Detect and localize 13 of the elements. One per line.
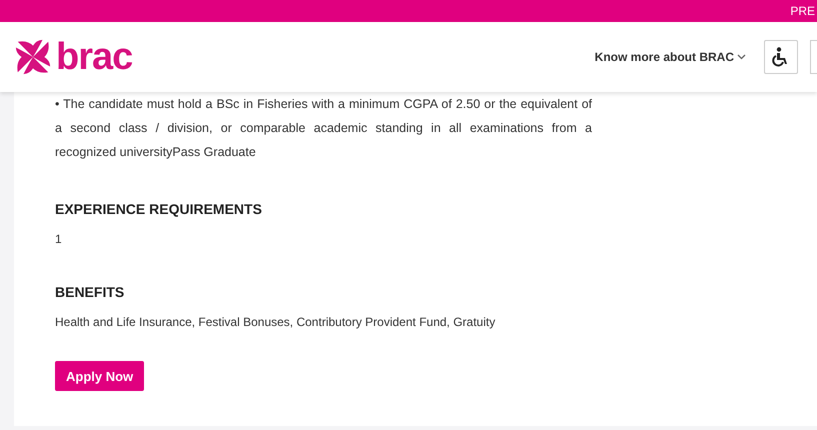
section-text: 1 <box>55 231 63 247</box>
top-bar-text: PRE <box>790 4 815 18</box>
accessibility-button[interactable] <box>764 40 798 74</box>
nav-link[interactable]: Know more about BRAC <box>594 50 746 64</box>
section-text: Health and Life Insurance, Festival Bonuses, Contributory Provident Fund, Gratuity <box>55 314 496 330</box>
wheelchair-icon <box>772 47 790 67</box>
logo-text[interactable]: brac <box>56 38 132 76</box>
apply-now-button[interactable]: Apply Now <box>55 361 144 391</box>
section-heading: BENEFITS <box>55 283 126 302</box>
chevron-down-icon <box>737 54 746 60</box>
requirements-paragraph: • The candidate must hold a BSc in Fisheries with a minimum CGPA of 2.50 or the equivalent of a second class / division, or comparable academic standing in all examinations from a recognized universityPass Graduate <box>55 96 592 161</box>
pinwheel-logo-icon <box>14 38 52 76</box>
section-heading: EXPERIENCE REQUIREMENTS <box>55 200 263 219</box>
